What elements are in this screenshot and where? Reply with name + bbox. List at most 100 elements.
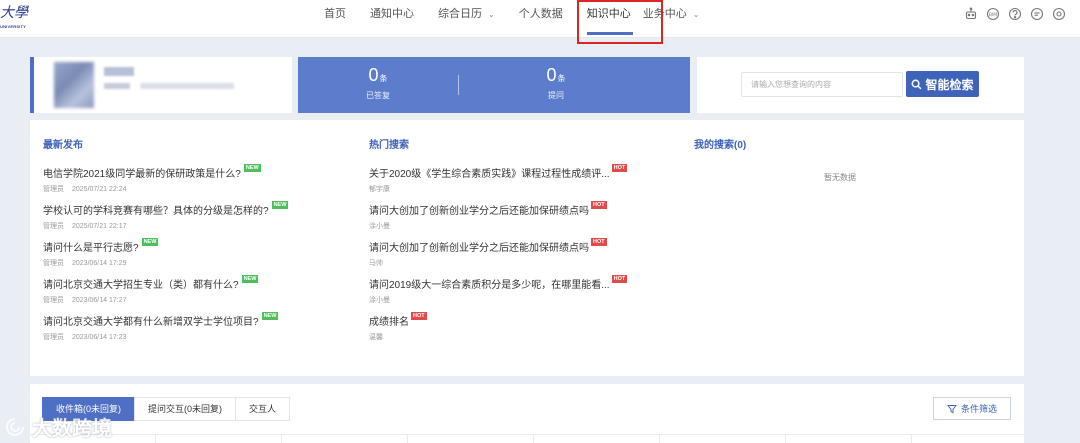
nav-label: 知识中心 [586, 8, 631, 20]
tab-interactor[interactable]: 交互人 [235, 397, 291, 421]
nav-item-calendar[interactable]: 综合日历 ⌄ [426, 0, 507, 38]
top-header: 大學 UNIVERSITY 首页 通知中心 综合日历 ⌄ 个人数据 知识中心 业务… [0, 0, 1080, 44]
question-text: 电信学院2021级同学最新的保研政策是什么? [43, 169, 241, 180]
nav-item-business-center[interactable]: 业务中心 ⌄ [643, 0, 712, 38]
my-search-column: 我的搜索(0) 暂无数据 [694, 136, 1014, 182]
table-header-cell [534, 435, 660, 443]
table-header-cell [660, 435, 786, 443]
logo-name-en: UNIVERSITY [0, 24, 27, 29]
smart-search-button[interactable]: 智能检索 [906, 71, 979, 97]
hot-badge: HOT [591, 238, 607, 246]
profile-card [30, 57, 292, 113]
new-badge: NEW [271, 201, 289, 209]
table-header-cell [156, 435, 282, 443]
author: 管理员 [43, 297, 64, 304]
list-item[interactable]: 关于2020级《学生综合素质实践》课程过程性成绩评... HOT 郁宇康 [369, 164, 669, 193]
new-badge: NEW [141, 238, 159, 246]
nav-item-personal-data[interactable]: 个人数据 [507, 0, 575, 38]
author: 管理员 [43, 223, 64, 230]
new-badge: NEW [243, 164, 261, 172]
question-text: 请问大创加了创新创业学分之后还能加保研绩点吗 [369, 243, 589, 254]
watermark-logo-icon [6, 417, 24, 436]
timestamp: 2023/06/14 17:23 [72, 334, 127, 341]
question-text: 请问大创加了创新创业学分之后还能加保研绩点吗 [369, 206, 589, 217]
list-item[interactable]: 请问大创加了创新创业学分之后还能加保研绩点吗 HOT 马帅 [369, 238, 669, 267]
list-item[interactable]: 请问2019级大一综合素质积分是多少呢，在哪里能看... HOT 涂小曼 [369, 275, 669, 304]
nav-item-knowledge-center[interactable]: 知识中心 [575, 0, 643, 38]
author: 郁宇康 [369, 186, 390, 193]
search-icon [912, 79, 922, 89]
my-search-title: 我的搜索(0) [694, 140, 747, 151]
author: 温馨 [369, 334, 383, 341]
table-header-cell [282, 435, 408, 443]
user-info-redacted [104, 83, 234, 89]
inbox-panel: 收件箱(0未回复) 提问交互(0未回复) 交互人 条件筛选 [30, 384, 1024, 443]
tab-question-interaction[interactable]: 提问交互(0未回复) [134, 397, 236, 421]
question-text: 请问2019级大一综合素质积分是多少呢，在哪里能看... [369, 280, 610, 291]
latest-title: 最新发布 [43, 140, 83, 151]
answered-unit: 条 [379, 74, 388, 83]
watermark: 大数跨境 [4, 412, 112, 441]
search-input[interactable] [741, 72, 903, 97]
asked-unit: 条 [557, 74, 566, 83]
answered-label: 已答复 [366, 91, 390, 100]
nav-label: 综合日历 [438, 8, 482, 20]
author: 管理员 [43, 334, 64, 341]
search-card: 智能检索 [697, 57, 1024, 113]
badge-icon[interactable]: BIM [986, 7, 1000, 21]
list-item[interactable]: 请问什么是平行志愿? NEW 管理员 2023/06/14 17:29 [43, 238, 343, 267]
asked-stat[interactable]: 0条 提问 [476, 65, 636, 101]
asked-count: 0 [546, 65, 557, 85]
list-item[interactable]: 成绩排名 HOT 温馨 [369, 312, 669, 341]
svg-text:BIM: BIM [989, 12, 997, 18]
author: 涂小曼 [369, 223, 390, 230]
nav-label: 个人数据 [518, 8, 563, 20]
timestamp: 2023/06/14 17:27 [72, 297, 127, 304]
knowledge-panel: 最新发布 电信学院2021级同学最新的保研政策是什么? NEW 管理员 2025/0… [30, 120, 1024, 376]
question-text: 成绩排名 [369, 317, 409, 328]
empty-state-text: 暂无数据 [824, 173, 856, 182]
question-text: 请问什么是平行志愿? [43, 243, 139, 254]
help-icon[interactable] [1008, 7, 1022, 21]
list-item[interactable]: 学校认可的学科竞赛有哪些？具体的分级是怎样的? NEW 管理员 2025/07/21… [43, 201, 343, 230]
university-logo[interactable]: 大學 UNIVERSITY [0, 2, 30, 32]
table-header-cell [786, 435, 912, 443]
filter-button[interactable]: 条件筛选 [933, 397, 1011, 420]
nav-item-notice-center[interactable]: 通知中心 [358, 0, 426, 38]
author: 管理员 [43, 186, 64, 193]
avatar[interactable] [54, 62, 94, 108]
question-text: 请问北京交通大学招生专业（类）都有什么? [43, 280, 239, 291]
watermark-text: 大数跨境 [32, 418, 112, 440]
asked-label: 提问 [548, 91, 564, 100]
user-name-redacted [104, 67, 134, 76]
header-icons: BIM [964, 7, 1066, 21]
timestamp: 2025/07/21 22:17 [72, 223, 127, 230]
answered-count: 0 [368, 65, 379, 85]
settings-icon[interactable] [1052, 7, 1066, 21]
smart-search-label: 智能检索 [925, 77, 974, 92]
new-badge: NEW [261, 312, 279, 320]
chevron-down-icon: ⌄ [692, 10, 700, 19]
answered-stat[interactable]: 0条 已答复 [298, 65, 458, 101]
hot-badge: HOT [611, 164, 628, 172]
nav-item-home[interactable]: 首页 [312, 0, 358, 38]
list-item[interactable]: 请问大创加了创新创业学分之后还能加保研绩点吗 HOT 涂小曼 [369, 201, 669, 230]
chat-icon[interactable] [1030, 7, 1044, 21]
stats-card: 0条 已答复 0条 提问 [298, 57, 690, 113]
table-header-cell [408, 435, 534, 443]
chevron-down-icon: ⌄ [488, 10, 495, 19]
hot-badge: HOT [591, 201, 607, 209]
latest-column: 最新发布 电信学院2021级同学最新的保研政策是什么? NEW 管理员 2025/0… [43, 136, 343, 341]
list-item[interactable]: 电信学院2021级同学最新的保研政策是什么? NEW 管理员 2025/07/21 … [43, 164, 343, 193]
question-text: 请问北京交通大学都有什么新增双学士学位项目? [43, 317, 259, 328]
robot-icon[interactable] [964, 7, 978, 21]
hot-search-title: 热门搜索 [369, 140, 409, 151]
main-nav: 首页 通知中心 综合日历 ⌄ 个人数据 知识中心 业务中心 ⌄ [312, 0, 711, 38]
list-item[interactable]: 请问北京交通大学招生专业（类）都有什么? NEW 管理员 2023/06/14 17… [43, 275, 343, 304]
filter-label: 条件筛选 [960, 404, 997, 414]
question-text: 关于2020级《学生综合素质实践》课程过程性成绩评... [369, 169, 610, 180]
new-badge: NEW [241, 275, 259, 283]
list-item[interactable]: 请问北京交通大学都有什么新增双学士学位项目? NEW 管理员 2023/06/14 … [43, 312, 343, 341]
hot-search-column: 热门搜索 关于2020级《学生综合素质实践》课程过程性成绩评... HOT 郁宇康… [369, 136, 669, 341]
hot-badge: HOT [611, 275, 628, 283]
